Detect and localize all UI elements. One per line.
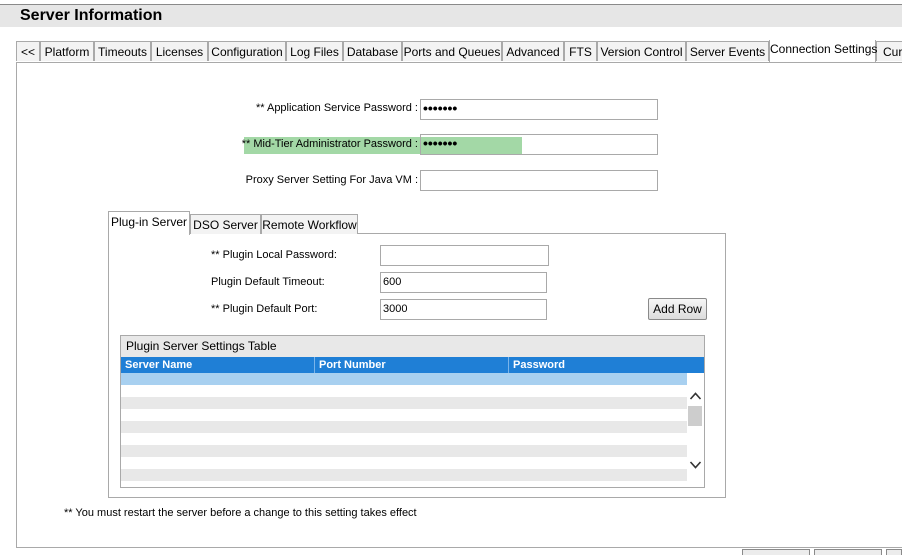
table-row[interactable]	[121, 385, 687, 397]
plugin-default-timeout-field[interactable]: 600	[380, 272, 547, 293]
table-row[interactable]	[121, 445, 687, 457]
tab-log-files[interactable]: Log Files	[286, 41, 343, 61]
proxy-server-setting-field[interactable]	[420, 170, 658, 191]
plugin-default-port-field[interactable]: 3000	[380, 299, 547, 320]
table-row[interactable]	[121, 457, 687, 469]
table-header: Server Name Port Number Password	[121, 357, 704, 373]
page-title: Server Information	[20, 7, 163, 24]
table-row[interactable]	[121, 397, 687, 409]
tab-timeouts[interactable]: Timeouts	[94, 41, 151, 61]
app-service-password-field[interactable]: •••••••	[420, 99, 658, 120]
bottom-button-3[interactable]	[886, 549, 902, 555]
tab-version-control[interactable]: Version Control	[597, 41, 686, 61]
proxy-server-setting-label: Proxy Server Setting For Java VM :	[245, 174, 418, 186]
title-bar: Server Information	[0, 4, 902, 27]
table-row[interactable]	[121, 409, 687, 421]
main-tab-strip: << Platform Timeouts Licenses Configurat…	[16, 40, 902, 63]
app-service-password-label: ** Application Service Password :	[255, 102, 418, 114]
table-row[interactable]	[121, 481, 687, 487]
tab-platform[interactable]: Platform	[40, 41, 94, 61]
tab-database[interactable]: Database	[343, 41, 402, 61]
midtier-admin-password-label: ** Mid-Tier Administrator Password :	[241, 138, 418, 150]
table-scrollbar[interactable]	[687, 374, 704, 487]
plugin-server-settings-table: Plugin Server Settings Table Server Name…	[120, 335, 705, 488]
tab-server-events[interactable]: Server Events	[686, 41, 769, 61]
tab-ports-and-queues[interactable]: Ports and Queues	[402, 41, 502, 61]
plugin-default-port-label: ** Plugin Default Port:	[211, 303, 318, 315]
table-row[interactable]	[121, 373, 687, 385]
plugin-local-password-field[interactable]	[380, 245, 549, 266]
plugin-local-password-label: ** Plugin Local Password:	[211, 249, 337, 261]
tab-advanced[interactable]: Advanced	[502, 41, 564, 61]
tab-remote-workflow[interactable]: Remote Workflow	[261, 214, 358, 234]
restart-footnote: ** You must restart the server before a …	[64, 507, 417, 519]
column-header-port-number[interactable]: Port Number	[315, 357, 509, 373]
tab-connection-settings[interactable]: Connection Settings	[769, 40, 877, 62]
table-row[interactable]	[121, 433, 687, 445]
bottom-button-2[interactable]	[814, 549, 882, 555]
tab-scroll-left[interactable]: <<	[16, 41, 40, 61]
plugin-default-timeout-label: Plugin Default Timeout:	[211, 276, 325, 288]
tab-configuration[interactable]: Configuration	[208, 41, 286, 61]
add-row-button[interactable]: Add Row	[648, 298, 707, 320]
table-caption: Plugin Server Settings Table	[121, 336, 704, 357]
tab-plugin-server[interactable]: Plug-in Server	[108, 211, 190, 235]
tab-dso-server[interactable]: DSO Server	[190, 214, 261, 234]
tab-cur-truncated[interactable]: Cur	[876, 41, 902, 61]
chevron-up-icon[interactable]	[689, 390, 702, 403]
scrollbar-thumb[interactable]	[688, 406, 702, 426]
column-header-server-name[interactable]: Server Name	[121, 357, 315, 373]
bottom-button-1[interactable]	[742, 549, 810, 555]
column-header-password[interactable]: Password	[509, 357, 704, 373]
midtier-admin-password-field[interactable]: •••••••	[420, 134, 658, 155]
tab-licenses[interactable]: Licenses	[151, 41, 208, 61]
table-row[interactable]	[121, 469, 687, 481]
tab-fts[interactable]: FTS	[564, 41, 597, 61]
table-row[interactable]	[121, 421, 687, 433]
chevron-down-icon[interactable]	[689, 458, 702, 471]
